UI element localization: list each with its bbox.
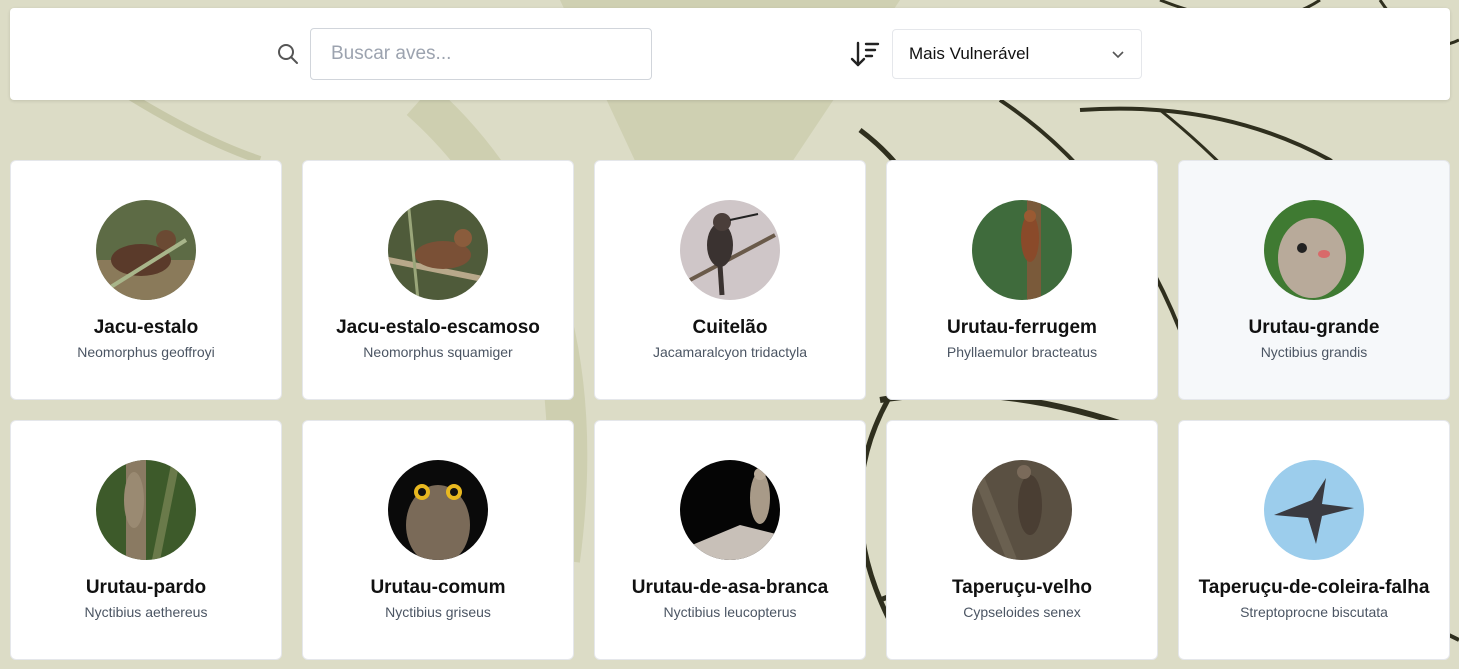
sort-descending-icon[interactable] [850, 40, 880, 68]
chevron-down-icon [1112, 51, 1124, 59]
bird-card[interactable]: Urutau-comum Nyctibius griseus [302, 420, 574, 660]
bird-card[interactable]: Taperuçu-velho Cypseloides senex [886, 420, 1158, 660]
bird-scientific-name: Neomorphus geoffroyi [77, 344, 215, 360]
bird-photo [1264, 200, 1364, 300]
bird-scientific-name: Cypseloides senex [963, 604, 1081, 620]
bird-name: Taperuçu-velho [951, 577, 1093, 598]
bird-scientific-name: Jacamaralcyon tridactyla [652, 344, 808, 360]
search-input[interactable] [310, 28, 652, 80]
bird-photo [972, 460, 1072, 560]
bird-name: Urutau-de-asa-branca [631, 577, 829, 598]
bird-scientific-name: Phyllaemulor bracteatus [946, 344, 1098, 360]
bird-photo [388, 200, 488, 300]
bird-scientific-name: Nyctibius aethereus [84, 604, 208, 620]
bird-card[interactable]: Urutau-pardo Nyctibius aethereus [10, 420, 282, 660]
bird-name: Jacu-estalo-escamoso [336, 317, 540, 338]
bird-card[interactable]: Jacu-estalo Neomorphus geoffroyi [10, 160, 282, 400]
bird-card[interactable]: Taperuçu-de-coleira-falha Streptoprocne … [1178, 420, 1450, 660]
bird-scientific-name: Streptoprocne biscutata [1240, 604, 1388, 620]
bird-card[interactable]: Urutau-grande Nyctibius grandis [1178, 160, 1450, 400]
toolbar: Mais Vulnerável [10, 8, 1450, 100]
search-icon [278, 44, 298, 64]
bird-scientific-name: Neomorphus squamiger [363, 344, 513, 360]
bird-name: Taperuçu-de-coleira-falha [1198, 577, 1430, 598]
bird-name: Urutau-ferrugem [947, 317, 1097, 338]
bird-name: Cuitelão [692, 317, 768, 338]
bird-photo [388, 460, 488, 560]
bird-name: Jacu-estalo [93, 317, 199, 338]
bird-photo [1264, 460, 1364, 560]
bird-scientific-name: Nyctibius grandis [1260, 344, 1368, 360]
bird-grid: Jacu-estalo Neomorphus geoffroyi Jacu-es… [10, 160, 1450, 660]
bird-name: Urutau-comum [370, 577, 506, 598]
bird-photo [96, 200, 196, 300]
bird-photo [972, 200, 1072, 300]
bird-card[interactable]: Urutau-de-asa-branca Nyctibius leucopter… [594, 420, 866, 660]
bird-scientific-name: Nyctibius griseus [385, 604, 491, 620]
bird-card[interactable]: Jacu-estalo-escamoso Neomorphus squamige… [302, 160, 574, 400]
bird-photo [680, 460, 780, 560]
bird-scientific-name: Nyctibius leucopterus [663, 604, 797, 620]
bird-name: Urutau-pardo [85, 577, 207, 598]
bird-card[interactable]: Cuitelão Jacamaralcyon tridactyla [594, 160, 866, 400]
bird-photo [96, 460, 196, 560]
sort-select-value: Mais Vulnerável [909, 44, 1030, 63]
bird-card[interactable]: Urutau-ferrugem Phyllaemulor bracteatus [886, 160, 1158, 400]
sort-select[interactable]: Mais Vulnerável [892, 29, 1142, 79]
bird-name: Urutau-grande [1248, 317, 1380, 338]
bird-photo [680, 200, 780, 300]
